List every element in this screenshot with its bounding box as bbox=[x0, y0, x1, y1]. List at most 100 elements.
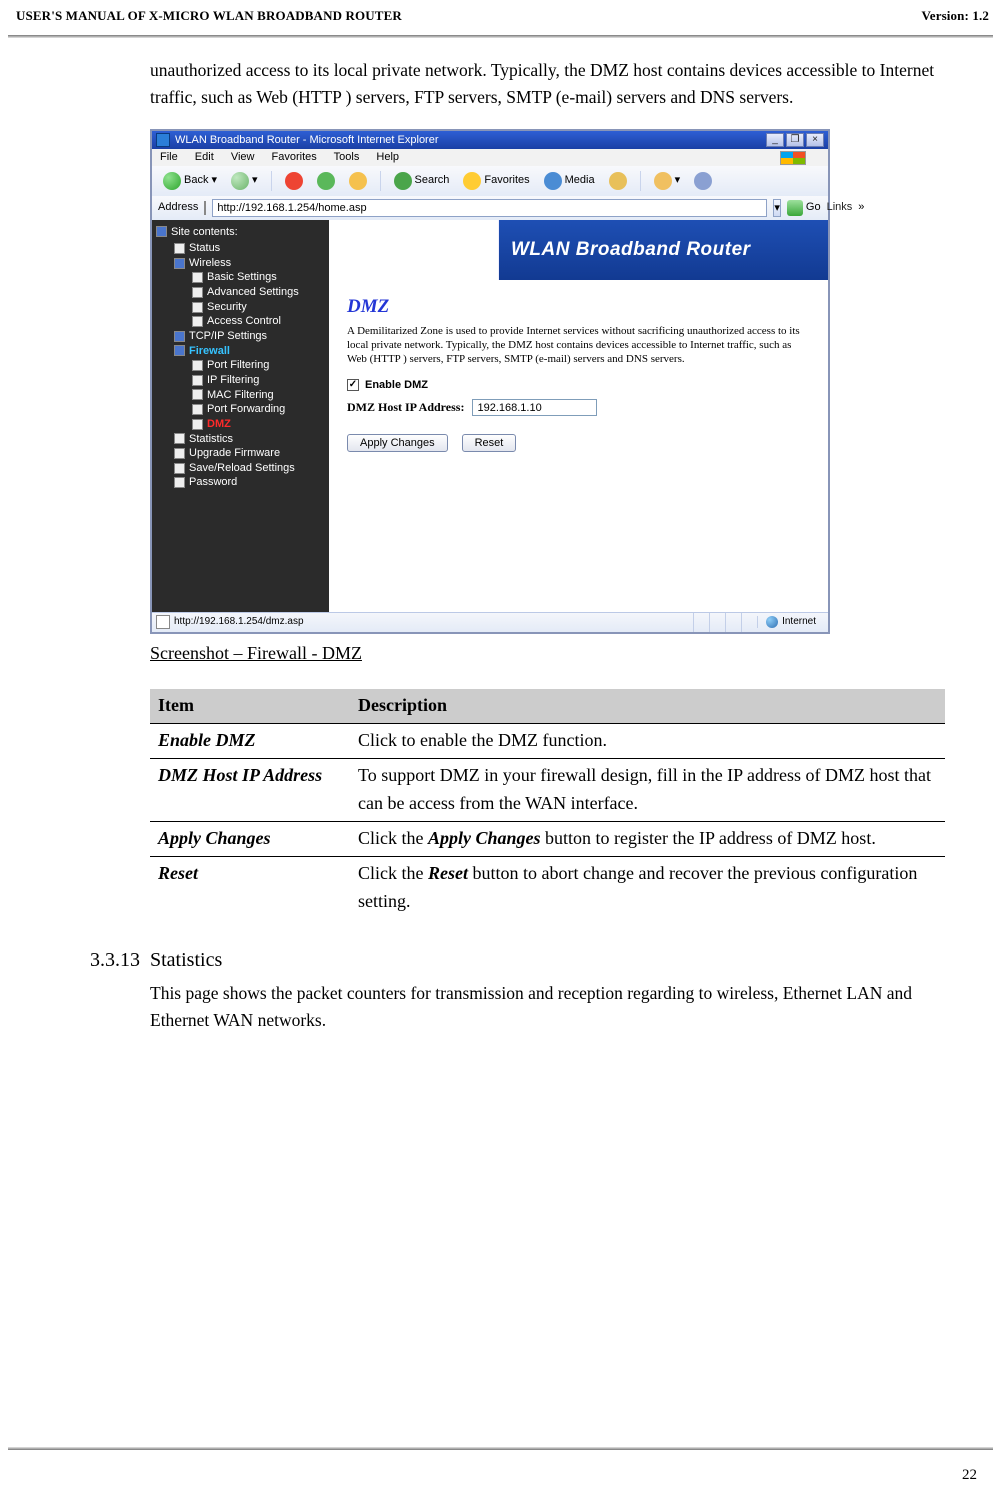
doc-header-left: USER'S MANUAL OF X-MICRO WLAN BROADBAND … bbox=[16, 6, 402, 26]
refresh-button[interactable] bbox=[312, 169, 340, 193]
nav-tree: Site contents: Status Wireless Basic Set… bbox=[152, 220, 329, 612]
table-row: Reset Click the Reset button to abort ch… bbox=[150, 856, 945, 918]
page-icon bbox=[204, 201, 206, 215]
go-label: Go bbox=[806, 201, 821, 214]
page-heading-dmz: DMZ bbox=[347, 296, 810, 318]
apply-changes-button[interactable]: Apply Changes bbox=[347, 434, 448, 452]
banner-title: WLAN Broadband Router bbox=[499, 220, 828, 280]
description-table: Item Description Enable DMZ Click to ena… bbox=[150, 689, 945, 918]
tree-statistics[interactable]: Statistics bbox=[156, 433, 325, 446]
history-button[interactable] bbox=[604, 169, 632, 193]
banner-logo-area bbox=[329, 220, 499, 280]
tree-status[interactable]: Status bbox=[156, 242, 325, 255]
tree-advanced-settings[interactable]: Advanced Settings bbox=[156, 286, 325, 299]
media-button[interactable]: Media bbox=[539, 169, 600, 193]
favorites-button[interactable]: Favorites bbox=[458, 169, 534, 193]
cell-item: Reset bbox=[150, 856, 350, 918]
cell-desc: Click the Reset button to abort change a… bbox=[350, 856, 945, 918]
tree-upgrade[interactable]: Upgrade Firmware bbox=[156, 447, 325, 460]
go-button[interactable]: Go bbox=[787, 200, 821, 216]
forward-icon bbox=[231, 172, 249, 190]
media-icon bbox=[544, 172, 562, 190]
screenshot-window: WLAN Broadband Router - Microsoft Intern… bbox=[150, 129, 830, 634]
status-bar: http://192.168.1.254/dmz.asp Internet bbox=[152, 612, 828, 632]
window-title: WLAN Broadband Router - Microsoft Intern… bbox=[175, 134, 439, 147]
toolbar: Back ▾ ▾ Search Favorites Media ▾ bbox=[152, 166, 828, 196]
menu-file[interactable]: File bbox=[160, 151, 178, 163]
reset-button[interactable]: Reset bbox=[462, 434, 517, 452]
search-label: Search bbox=[415, 174, 450, 187]
tree-dmz[interactable]: DMZ bbox=[156, 418, 325, 431]
address-dropdown[interactable]: ▾ bbox=[773, 199, 781, 217]
cell-item: Apply Changes bbox=[150, 821, 350, 856]
intro-paragraph: unauthorized access to its local private… bbox=[150, 57, 945, 111]
menu-edit[interactable]: Edit bbox=[195, 151, 214, 163]
menu-favorites[interactable]: Favorites bbox=[272, 151, 317, 163]
screenshot-caption: Screenshot – Firewall - DMZ bbox=[150, 640, 945, 668]
folder-icon bbox=[156, 226, 167, 237]
cell-desc: To support DMZ in your firewall design, … bbox=[350, 759, 945, 822]
table-row: Enable DMZ Click to enable the DMZ funct… bbox=[150, 724, 945, 759]
screenshot-main: WLAN Broadband Router DMZ A Demilitarize… bbox=[329, 220, 828, 612]
tree-wireless[interactable]: Wireless bbox=[156, 257, 325, 270]
tree-password[interactable]: Password bbox=[156, 476, 325, 489]
tree-access-control[interactable]: Access Control bbox=[156, 315, 325, 328]
cell-desc: Click to enable the DMZ function. bbox=[350, 724, 945, 759]
address-bar: Address ▾ Go Links » bbox=[152, 196, 828, 220]
menubar: File Edit View Favorites Tools Help bbox=[152, 149, 828, 166]
favorites-label: Favorites bbox=[484, 174, 529, 187]
tree-tcpip[interactable]: TCP/IP Settings bbox=[156, 330, 325, 343]
links-dropdown[interactable]: » bbox=[858, 201, 864, 214]
tree-basic-settings[interactable]: Basic Settings bbox=[156, 271, 325, 284]
tree-security[interactable]: Security bbox=[156, 301, 325, 314]
page-icon bbox=[174, 243, 185, 254]
dmz-ip-label: DMZ Host IP Address: bbox=[347, 401, 464, 415]
home-icon bbox=[349, 172, 367, 190]
footer-rule bbox=[8, 1447, 993, 1450]
tree-ip-filtering[interactable]: IP Filtering bbox=[156, 374, 325, 387]
minimize-button[interactable]: _ bbox=[766, 133, 784, 147]
stop-button[interactable] bbox=[280, 169, 308, 193]
tree-save-reload[interactable]: Save/Reload Settings bbox=[156, 462, 325, 475]
home-button[interactable] bbox=[344, 169, 372, 193]
dmz-description: A Demilitarized Zone is used to provide … bbox=[347, 325, 810, 366]
search-button[interactable]: Search bbox=[389, 169, 455, 193]
tree-port-filtering[interactable]: Port Filtering bbox=[156, 359, 325, 372]
header-rule bbox=[8, 35, 993, 38]
links-label[interactable]: Links bbox=[827, 201, 853, 214]
enable-dmz-label: Enable DMZ bbox=[365, 379, 428, 392]
media-label: Media bbox=[565, 174, 595, 187]
statusbar-url: http://192.168.1.254/dmz.asp bbox=[174, 616, 304, 628]
menu-view[interactable]: View bbox=[231, 151, 255, 163]
refresh-icon bbox=[317, 172, 335, 190]
dmz-ip-input[interactable] bbox=[472, 399, 597, 416]
th-description: Description bbox=[350, 689, 945, 723]
cell-desc: Click the Apply Changes button to regist… bbox=[350, 821, 945, 856]
enable-dmz-checkbox[interactable]: ✓ bbox=[347, 379, 359, 391]
section-body: This page shows the packet counters for … bbox=[150, 980, 945, 1034]
page-number: 22 bbox=[962, 1464, 977, 1487]
windows-logo-icon bbox=[780, 151, 806, 165]
stop-icon bbox=[285, 172, 303, 190]
section-number: 3.3.13 bbox=[90, 945, 142, 976]
mail-button[interactable]: ▾ bbox=[649, 169, 686, 193]
back-button[interactable]: Back ▾ bbox=[158, 169, 222, 193]
forward-button[interactable]: ▾ bbox=[226, 169, 263, 193]
menu-help[interactable]: Help bbox=[376, 151, 399, 163]
th-item: Item bbox=[150, 689, 350, 723]
ie-icon bbox=[156, 133, 170, 147]
tree-root-label: Site contents: bbox=[171, 226, 238, 239]
tree-mac-filtering[interactable]: MAC Filtering bbox=[156, 389, 325, 402]
close-button[interactable]: × bbox=[806, 133, 824, 147]
internet-zone: Internet bbox=[757, 616, 824, 628]
address-label: Address bbox=[158, 201, 198, 214]
back-label: Back bbox=[184, 174, 208, 187]
tree-port-forwarding[interactable]: Port Forwarding bbox=[156, 403, 325, 416]
menu-tools[interactable]: Tools bbox=[334, 151, 360, 163]
print-button[interactable] bbox=[689, 169, 717, 193]
restore-button[interactable]: ❐ bbox=[786, 133, 804, 147]
address-input[interactable] bbox=[212, 199, 767, 217]
print-icon bbox=[694, 172, 712, 190]
tree-firewall[interactable]: Firewall bbox=[156, 345, 325, 358]
doc-header-right: Version: 1.2 bbox=[921, 6, 989, 26]
